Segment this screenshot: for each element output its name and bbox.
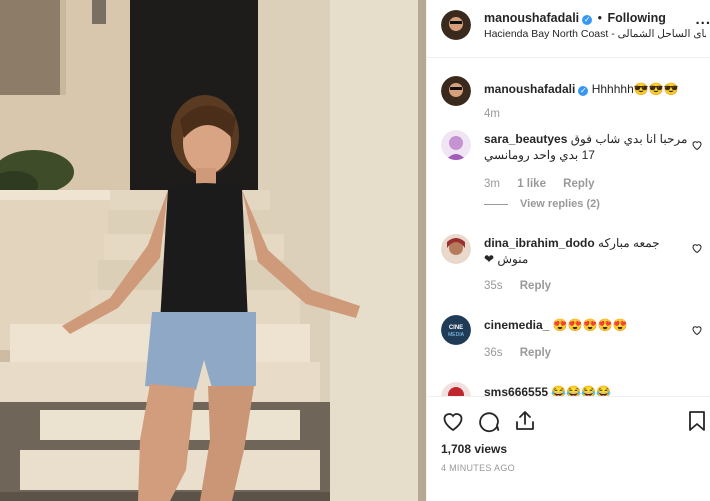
- comments-list[interactable]: manoushafadali ✓ Hhhhhh😎😎😎 4m sara_beauty…: [427, 59, 710, 396]
- comment-text: 😍😍😍😍😍: [552, 318, 628, 332]
- verified-badge-icon: ✓: [582, 15, 593, 25]
- comment-body: sara_beautyes مرحبا انا بدي شاب فوق 17 ب…: [484, 131, 691, 163]
- comment-item: dina_ibrahim_dodo جمعه مباركه منوش ❤ 35s…: [441, 234, 703, 304]
- bookmark-icon[interactable]: [685, 409, 709, 433]
- share-icon[interactable]: [513, 409, 537, 433]
- comment-avatar[interactable]: [441, 382, 471, 396]
- comment-username[interactable]: sms666555: [484, 385, 548, 396]
- comment-time: 3m: [484, 178, 500, 190]
- reply-button[interactable]: Reply: [520, 347, 551, 359]
- post-header: manoushafadali ✓ • Following Hacienda Bay…: [427, 0, 710, 58]
- like-comment-heart-icon[interactable]: [691, 324, 703, 336]
- post-panel: manoushafadali ✓ • Following Hacienda Bay…: [426, 0, 710, 501]
- comment-meta: 4m: [484, 108, 500, 120]
- svg-text:MEDIA: MEDIA: [448, 332, 465, 338]
- view-replies-line: [484, 203, 508, 205]
- like-comment-heart-icon[interactable]: [691, 242, 703, 254]
- comment-text: 😂😂😂😂: [551, 385, 612, 396]
- view-count[interactable]: 1,708 views: [441, 442, 507, 456]
- post-location[interactable]: Hacienda Bay North Coast - بلدنا باى الس…: [484, 28, 706, 40]
- heart-icon[interactable]: [441, 409, 465, 433]
- header-title-line: manoushafadali ✓ • Following: [484, 11, 666, 25]
- comment-item: CINE MEDIA cinemedia_ 😍😍😍😍😍 36s Reply: [441, 315, 703, 375]
- like-comment-heart-icon[interactable]: [691, 139, 703, 151]
- comment-body: cinemedia_ 😍😍😍😍😍: [484, 317, 691, 333]
- comment-text: Hhhhhh😎😎😎: [591, 82, 679, 96]
- follow-status-button[interactable]: Following: [608, 11, 666, 25]
- comment-meta: 3m 1 like Reply: [484, 178, 595, 190]
- video-frame: [0, 0, 426, 501]
- comment-meta: 35s Reply: [484, 280, 551, 292]
- comment-time: 4m: [484, 108, 500, 120]
- comment-meta: 36s Reply: [484, 347, 551, 359]
- comment-username[interactable]: sara_beautyes: [484, 132, 567, 146]
- comment-avatar[interactable]: CINE MEDIA: [441, 315, 471, 345]
- comment-icon[interactable]: [477, 409, 501, 433]
- more-options-button[interactable]: ...: [695, 11, 710, 28]
- comment-time: 36s: [484, 347, 503, 359]
- post-timestamp: 4 MINUTES AGO: [441, 463, 515, 473]
- separator-dot: •: [597, 11, 603, 25]
- post-video[interactable]: [0, 0, 426, 501]
- reply-button[interactable]: Reply: [563, 178, 594, 190]
- reply-button[interactable]: Reply: [520, 280, 551, 292]
- comment-avatar[interactable]: [441, 234, 471, 264]
- comment-username[interactable]: cinemedia_: [484, 318, 549, 332]
- author-username[interactable]: manoushafadali: [484, 11, 579, 25]
- svg-text:CINE: CINE: [449, 325, 463, 331]
- author-avatar[interactable]: [441, 10, 471, 40]
- view-replies-button[interactable]: View replies (2): [484, 198, 600, 210]
- comment-username[interactable]: dina_ibrahim_dodo: [484, 236, 595, 250]
- comment-item: sms666555 😂😂😂😂: [441, 382, 703, 396]
- comment-avatar[interactable]: [441, 130, 471, 160]
- comment-likes[interactable]: 1 like: [517, 178, 546, 190]
- view-replies-label: View replies (2): [520, 198, 600, 210]
- comment-body: manoushafadali ✓ Hhhhhh😎😎😎: [484, 81, 691, 97]
- verified-badge-icon: ✓: [578, 86, 589, 96]
- comment-time: 35s: [484, 280, 503, 292]
- comment-body: dina_ibrahim_dodo جمعه مباركه منوش ❤: [484, 235, 691, 267]
- comment-avatar[interactable]: [441, 76, 471, 106]
- comment-body: sms666555 😂😂😂😂: [484, 384, 691, 396]
- comment-item: sara_beautyes مرحبا انا بدي شاب فوق 17 ب…: [441, 130, 703, 220]
- comment-username[interactable]: manoushafadali: [484, 82, 575, 96]
